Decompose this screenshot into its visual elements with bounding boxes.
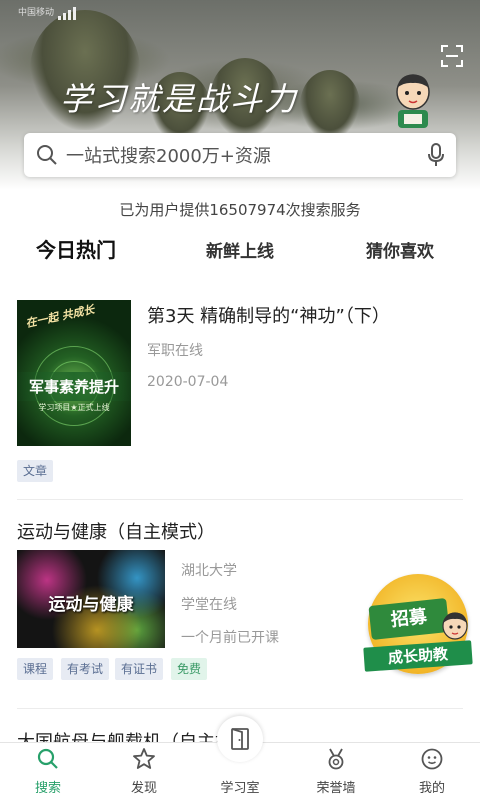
nav-discover[interactable]: 发现: [96, 743, 192, 800]
hero-banner: 中国移动 学习就是战斗力 一站式搜索2000万+资源: [0, 0, 480, 190]
search-box[interactable]: 一站式搜索2000万+资源: [24, 133, 456, 177]
nav-mine[interactable]: 我的: [384, 743, 480, 800]
nav-label: 我的: [418, 781, 445, 796]
feed-card-article[interactable]: 在一起 共成长 军事素养提升 学习项目★正式上线 第3天 精确制导的“神功”（下…: [17, 290, 463, 490]
carrier-label: 中国移动: [18, 7, 55, 18]
tab-label: 今日热门: [36, 238, 116, 262]
thumbnail-subtitle: 学习项目★正式上线: [38, 403, 110, 412]
search-icon: [37, 748, 58, 769]
study-room-fab[interactable]: [217, 716, 263, 762]
tag-course: 课程: [17, 658, 54, 680]
tag-has-exam: 有考试: [61, 658, 110, 680]
service-count-line: 已为用户提供16507974次搜索服务: [119, 201, 361, 219]
card-platform: 学堂在线: [181, 597, 237, 613]
tag-free: 免费: [171, 658, 208, 680]
thumbnail-caption: 在一起 共成长: [24, 302, 96, 331]
nav-label: 荣誉墙: [316, 781, 356, 796]
tab-new-online[interactable]: 新鲜上线: [206, 237, 274, 262]
profile-icon: [421, 748, 443, 770]
card-thumbnail: 在一起 共成长 军事素养提升 学习项目★正式上线: [17, 300, 131, 446]
scan-button[interactable]: [440, 44, 464, 68]
divider: [17, 499, 463, 500]
banner-soldier-figure: [300, 70, 360, 140]
search-icon: [37, 145, 57, 165]
signal-icon: [58, 6, 77, 20]
nav-label: 搜索: [34, 781, 61, 796]
tab-label: 猜你喜欢: [366, 242, 434, 262]
tab-label: 新鲜上线: [206, 242, 274, 262]
medal-icon: [328, 748, 344, 770]
card-source: 军职在线: [147, 343, 203, 359]
tag-article: 文章: [17, 460, 54, 482]
tab-today-hot[interactable]: 今日热门: [36, 234, 116, 265]
thumbnail-title: 军事素养提升: [17, 372, 131, 401]
nav-label: 发现: [130, 781, 157, 796]
nav-honor-wall[interactable]: 荣誉墙: [288, 743, 384, 800]
feed-tabs: 今日热门 新鲜上线 猜你喜欢: [0, 230, 480, 265]
divider: [17, 708, 463, 709]
card-thumbnail: 运动与健康: [17, 550, 165, 648]
tag-has-certificate: 有证书: [115, 658, 164, 680]
star-icon: [133, 748, 155, 769]
card-title[interactable]: 运动与健康（自主模式）: [17, 518, 215, 544]
mascot-illustration: [388, 70, 438, 130]
thumbnail-title: 运动与健康: [48, 595, 134, 615]
nav-search[interactable]: 搜索: [0, 743, 96, 800]
search-placeholder: 一站式搜索2000万+资源: [66, 146, 271, 167]
door-icon: [231, 728, 249, 750]
banner-slogan: 学习就是战斗力: [60, 80, 299, 118]
scan-icon: [441, 45, 463, 67]
tab-guess-you-like[interactable]: 猜你喜欢: [366, 237, 434, 262]
card-title[interactable]: 第3天 精确制导的“神功”（下）: [147, 302, 390, 328]
nav-label: 学习室: [220, 781, 260, 796]
status-bar: 中国移动: [18, 4, 77, 22]
card-status: 一个月前已开课: [181, 630, 279, 646]
card-date: 2020-07-04: [147, 374, 229, 390]
microphone-icon[interactable]: [428, 143, 444, 167]
recruit-assistant-promo[interactable]: 招募 成长助教: [362, 568, 474, 686]
card-school: 湖北大学: [181, 563, 237, 579]
